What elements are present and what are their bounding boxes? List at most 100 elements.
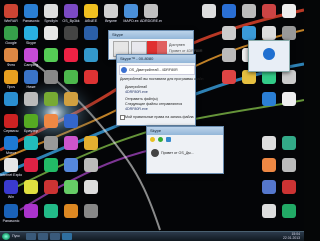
contact-entry[interactable]: Привет от OS_Дм... <box>161 151 194 155</box>
desktop-icon[interactable] <box>64 70 78 84</box>
desktop-icon[interactable] <box>222 26 236 40</box>
main-chat-window[interactable]: Skype™ - 00-8080 OS_Дмитрийлтаб - 4DRF80… <box>116 54 204 126</box>
desktop-icon[interactable] <box>64 4 78 18</box>
desktop-icon-label: Sprcliyin <box>44 19 58 23</box>
desktop-icon[interactable] <box>282 92 296 106</box>
system-clock[interactable]: 15:04 22.01.2013 <box>283 232 300 240</box>
desktop-icon[interactable] <box>44 70 58 84</box>
desktop-icon[interactable] <box>84 26 98 40</box>
desktop-icon[interactable] <box>24 4 38 18</box>
desktop-icon[interactable] <box>24 92 38 106</box>
desktop-icon[interactable] <box>222 4 236 18</box>
desktop-icon[interactable] <box>242 70 256 84</box>
smile-icon[interactable] <box>150 137 155 142</box>
desktop-icon[interactable] <box>44 4 58 18</box>
desktop-icon[interactable] <box>282 158 296 172</box>
desktop-icon[interactable] <box>44 92 58 106</box>
desktop-icon-label: Фото <box>6 63 16 67</box>
taskbar-item[interactable] <box>26 233 36 240</box>
desktop-icon[interactable] <box>44 114 58 128</box>
desktop-icon[interactable] <box>4 70 18 84</box>
contact-panel[interactable]: Skype Привет от OS_Дм... <box>146 126 224 174</box>
desktop-icon[interactable] <box>262 70 276 84</box>
desktop-icon[interactable] <box>4 204 18 218</box>
desktop-icon[interactable] <box>4 48 18 62</box>
desktop-icon[interactable] <box>262 204 276 218</box>
desktop-icon[interactable] <box>84 180 98 194</box>
desktop-icon[interactable] <box>24 114 38 128</box>
start-button[interactable] <box>2 233 10 240</box>
desktop-icon[interactable] <box>262 4 276 18</box>
desktop-icon[interactable] <box>84 158 98 172</box>
desktop-icon[interactable] <box>24 180 38 194</box>
desktop-icon[interactable] <box>24 26 38 40</box>
taskbar-item[interactable] <box>38 233 48 240</box>
desktop-icon[interactable] <box>64 114 78 128</box>
desktop-icon[interactable] <box>282 4 296 18</box>
popup-contact: Привет от 4DRF80R <box>169 49 203 53</box>
desktop-icon[interactable] <box>282 136 296 150</box>
desktop-icon[interactable] <box>4 114 18 128</box>
desktop-icon-label: OS_Bp3kk <box>62 19 80 23</box>
desktop-icon[interactable] <box>44 180 58 194</box>
call-icon[interactable] <box>158 137 163 142</box>
desktop-icon[interactable] <box>282 204 296 218</box>
desktop-icon[interactable] <box>64 26 78 40</box>
desktop-icon[interactable] <box>44 204 58 218</box>
desktop-icon[interactable] <box>64 158 78 172</box>
desktop-icon[interactable] <box>64 48 78 62</box>
desktop-icon[interactable] <box>282 26 296 40</box>
desktop-icon[interactable] <box>222 48 236 62</box>
desktop-icon[interactable] <box>84 70 98 84</box>
desktop-icon[interactable] <box>4 136 18 150</box>
desktop-icon[interactable] <box>84 136 98 150</box>
desktop-icon[interactable] <box>24 48 38 62</box>
desktop-icon[interactable] <box>64 92 78 106</box>
desktop-icon[interactable] <box>24 158 38 172</box>
desktop-icon[interactable] <box>24 204 38 218</box>
desktop-icon[interactable] <box>84 48 98 62</box>
desktop-icon[interactable] <box>84 4 98 18</box>
desktop-icon[interactable] <box>4 26 18 40</box>
color-tile[interactable] <box>147 41 157 55</box>
desktop-icon[interactable] <box>64 136 78 150</box>
desktop-icon[interactable] <box>44 136 58 150</box>
desktop-icon[interactable] <box>242 4 256 18</box>
desktop-icon[interactable] <box>4 158 18 172</box>
taskbar-item[interactable] <box>50 233 60 240</box>
desktop-icon[interactable] <box>64 204 78 218</box>
desktop-icon[interactable] <box>124 4 138 18</box>
conversation-title: OS_Дмитрийлтаб - 4DRF80R <box>129 68 178 72</box>
desktop-icon[interactable] <box>44 48 58 62</box>
desktop-icon[interactable] <box>104 4 118 18</box>
desktop-icon-label: WinRAR <box>4 19 18 23</box>
desktop-icon[interactable] <box>262 136 276 150</box>
desktop-icon[interactable] <box>44 26 58 40</box>
desktop-icon[interactable] <box>202 4 216 18</box>
desktop-icon[interactable] <box>4 180 18 194</box>
desktop-icon[interactable] <box>4 4 18 18</box>
desktop-icon[interactable] <box>282 180 296 194</box>
main-window-title: Skype™ - 00-8080 <box>117 55 195 63</box>
desktop-icon[interactable] <box>282 70 296 84</box>
desktop-icon-label: MAPD.ex <box>123 19 139 23</box>
desktop-icon[interactable] <box>64 180 78 194</box>
desktop-icon[interactable] <box>262 26 276 40</box>
desktop-icon[interactable] <box>262 92 276 106</box>
desktop-icon[interactable] <box>262 180 276 194</box>
message-line: Следующие файлы отправляются <box>125 102 183 106</box>
desktop-icon[interactable] <box>262 158 276 172</box>
desktop-icon[interactable] <box>242 26 256 40</box>
desktop-icon[interactable] <box>84 204 98 218</box>
widget-window[interactable] <box>248 40 290 72</box>
video-icon[interactable] <box>166 137 171 142</box>
desktop-icon[interactable] <box>24 70 38 84</box>
desktop-icon[interactable] <box>4 92 18 106</box>
taskbar-item[interactable] <box>62 233 72 240</box>
desktop-icon[interactable] <box>24 136 38 150</box>
desktop-icon[interactable] <box>222 70 236 84</box>
desktop-icon[interactable] <box>144 4 158 18</box>
desktop-icon[interactable] <box>44 158 58 172</box>
color-tile[interactable] <box>157 41 167 55</box>
message-line: Отправить файл(ы) <box>125 97 158 101</box>
